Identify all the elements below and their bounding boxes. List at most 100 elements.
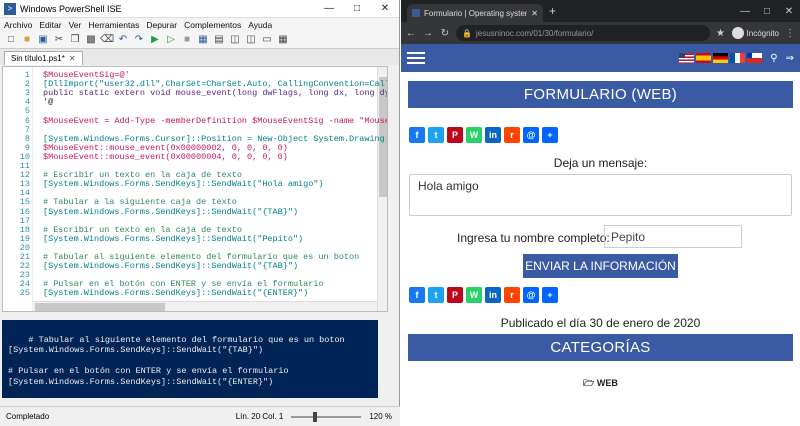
login-icon[interactable]: ⇒ bbox=[786, 53, 794, 64]
menu-item-complementos[interactable]: Complementos bbox=[184, 20, 241, 30]
folder-icon: 🗁 bbox=[583, 378, 595, 388]
addons-icon[interactable]: ▦ bbox=[276, 33, 290, 46]
minimize-button[interactable]: — bbox=[734, 6, 756, 17]
facebook-icon[interactable]: f bbox=[409, 127, 425, 143]
linkedin-icon[interactable]: in bbox=[485, 127, 501, 143]
menu-item-depurar[interactable]: Depurar bbox=[146, 20, 177, 30]
maximize-button[interactable]: □ bbox=[343, 3, 371, 14]
de-flag[interactable] bbox=[713, 53, 729, 63]
status-text: Completado bbox=[6, 412, 50, 421]
whatsapp-icon[interactable]: W bbox=[466, 127, 482, 143]
run-selection-icon[interactable]: ▷ bbox=[164, 33, 178, 46]
editor-horizontal-scrollbar[interactable] bbox=[33, 301, 377, 311]
paste-icon[interactable]: ▩ bbox=[84, 33, 98, 46]
run-icon[interactable]: ▶ bbox=[148, 33, 162, 46]
incognito-badge[interactable]: Incógnito bbox=[731, 27, 779, 39]
browser-tab[interactable]: Formulario | Operating systems... ✕ bbox=[407, 4, 543, 22]
menu-item-herramientas[interactable]: Herramientas bbox=[88, 20, 139, 30]
hamburger-menu-icon[interactable] bbox=[407, 52, 425, 64]
code-line: [System.Windows.Forms.SendKeys]::SendWai… bbox=[43, 233, 304, 244]
tab-script[interactable]: Sin título1.ps1* ✕ bbox=[4, 51, 83, 65]
fr-flag[interactable] bbox=[730, 53, 746, 63]
share-icon[interactable]: + bbox=[542, 127, 558, 143]
line-number: 25 bbox=[19, 288, 30, 299]
console-output: # Tabular al siguiente elemento del form… bbox=[8, 334, 345, 399]
name-label: Ingresa tu nombre completo: bbox=[457, 231, 610, 245]
ise-statusbar: Completado Lín. 20 Col. 1 120 % bbox=[0, 406, 400, 426]
pinterest-icon[interactable]: P bbox=[447, 127, 463, 143]
layout-icon[interactable]: ◫ bbox=[228, 33, 242, 46]
code-line: public static extern void mouse_event(lo… bbox=[43, 88, 388, 99]
submit-button[interactable]: ENVIAR LA INFORMACIÓN bbox=[523, 254, 678, 278]
new-tab-button[interactable]: + bbox=[549, 4, 556, 18]
close-button[interactable]: ✕ bbox=[778, 6, 800, 17]
split-icon[interactable]: ◫ bbox=[244, 33, 258, 46]
zoom-slider[interactable] bbox=[291, 411, 362, 422]
reddit-icon[interactable]: r bbox=[504, 287, 520, 303]
reddit-icon[interactable]: r bbox=[504, 127, 520, 143]
maximize-button[interactable]: □ bbox=[756, 6, 778, 17]
hide-icon[interactable]: ▭ bbox=[260, 33, 274, 46]
whatsapp-icon[interactable]: W bbox=[466, 287, 482, 303]
editor-vertical-scrollbar[interactable] bbox=[377, 67, 387, 311]
pinterest-icon[interactable]: P bbox=[447, 287, 463, 303]
cut-icon[interactable]: ✂ bbox=[52, 33, 66, 46]
cl-flag[interactable] bbox=[747, 53, 763, 63]
ise-menubar: Archivo Editar Ver Herramientas Depurar Compl… bbox=[0, 18, 399, 31]
facebook-icon[interactable]: f bbox=[409, 287, 425, 303]
close-tab-icon[interactable]: ✕ bbox=[69, 54, 76, 63]
menu-item-archivo[interactable]: Archivo bbox=[4, 20, 32, 30]
share-icon[interactable]: + bbox=[542, 287, 558, 303]
clear-icon[interactable]: ⌫ bbox=[100, 33, 114, 46]
powershell-ise-window: > Windows PowerShell ISE — □ ✕ Archivo Ed… bbox=[0, 0, 400, 426]
menu-item-ayuda[interactable]: Ayuda bbox=[248, 20, 272, 30]
chrome-tabstrip: Formulario | Operating systems... ✕ + — … bbox=[401, 0, 800, 22]
redo-icon[interactable]: ↷ bbox=[132, 33, 146, 46]
twitter-icon[interactable]: t bbox=[428, 127, 444, 143]
code-line: '@ bbox=[43, 97, 54, 108]
email-icon[interactable]: @ bbox=[523, 127, 539, 143]
twitter-icon[interactable]: t bbox=[428, 287, 444, 303]
email-icon[interactable]: @ bbox=[523, 287, 539, 303]
name-input[interactable]: Pepito bbox=[604, 225, 742, 248]
menu-item-ver[interactable]: Ver bbox=[69, 20, 82, 30]
undo-icon[interactable]: ↶ bbox=[116, 33, 130, 46]
category-item[interactable]: 🗁 WEB bbox=[401, 376, 800, 392]
code-line: [System.Windows.Forms.SendKeys]::SendWai… bbox=[43, 261, 299, 272]
open-folder-icon[interactable]: ■ bbox=[20, 33, 34, 46]
code-line: [System.Windows.Forms.SendKeys]::SendWai… bbox=[43, 288, 309, 299]
console-icon[interactable]: ▤ bbox=[212, 33, 226, 46]
ise-toolbar: □ ■ ▣ ✂ ❐ ▩ ⌫ ↶ ↷ ▶ ▷ ■ ▦ ▤ ◫ ◫ ▭ ▦ bbox=[0, 31, 399, 49]
categories-banner: CATEGORÍAS bbox=[408, 334, 793, 361]
minimize-button[interactable]: — bbox=[315, 3, 343, 14]
categories-title: CATEGORÍAS bbox=[550, 339, 651, 356]
share-buttons-bottom: f t P Win r @ + bbox=[409, 287, 558, 303]
tab-title: Formulario | Operating systems... bbox=[424, 8, 527, 18]
back-icon[interactable]: ← bbox=[405, 28, 417, 39]
copy-icon[interactable]: ❐ bbox=[68, 33, 82, 46]
save-icon[interactable]: ▣ bbox=[36, 33, 50, 46]
console-pane[interactable]: # Tabular al siguiente elemento del form… bbox=[2, 320, 388, 398]
us-flag[interactable] bbox=[679, 53, 695, 63]
code-line: $MouseEvent = Add-Type -memberDefinition… bbox=[43, 115, 388, 126]
category-label: WEB bbox=[596, 378, 618, 388]
powershell-icon: > bbox=[4, 2, 16, 15]
console-scrollbar[interactable] bbox=[378, 320, 388, 398]
remote-icon[interactable]: ▦ bbox=[196, 33, 210, 46]
extensions-icon[interactable]: ★ bbox=[715, 28, 727, 39]
linkedin-icon[interactable]: in bbox=[485, 287, 501, 303]
search-icon[interactable]: ⚲ bbox=[770, 53, 777, 64]
message-textarea[interactable]: Hola amigo bbox=[409, 174, 792, 216]
forward-icon[interactable]: → bbox=[422, 28, 434, 39]
script-editor[interactable]: 1 $MouseEventSig=@' 2 [DllImport("user32.dl… bbox=[2, 66, 388, 312]
new-file-icon[interactable]: □ bbox=[4, 33, 18, 46]
published-date: Publicado el día 30 de enero de 2020 bbox=[500, 316, 701, 330]
reload-icon[interactable]: ↻ bbox=[439, 28, 451, 39]
close-button[interactable]: ✕ bbox=[371, 3, 399, 14]
menu-icon[interactable]: ⋮ bbox=[784, 28, 796, 39]
es-flag[interactable] bbox=[696, 53, 712, 63]
address-bar[interactable]: 🔒 jesusninoc.com/01/30/formulario/ bbox=[456, 25, 710, 41]
menu-item-editar[interactable]: Editar bbox=[39, 20, 61, 30]
close-tab-icon[interactable]: ✕ bbox=[531, 9, 538, 18]
stop-icon[interactable]: ■ bbox=[180, 33, 194, 46]
